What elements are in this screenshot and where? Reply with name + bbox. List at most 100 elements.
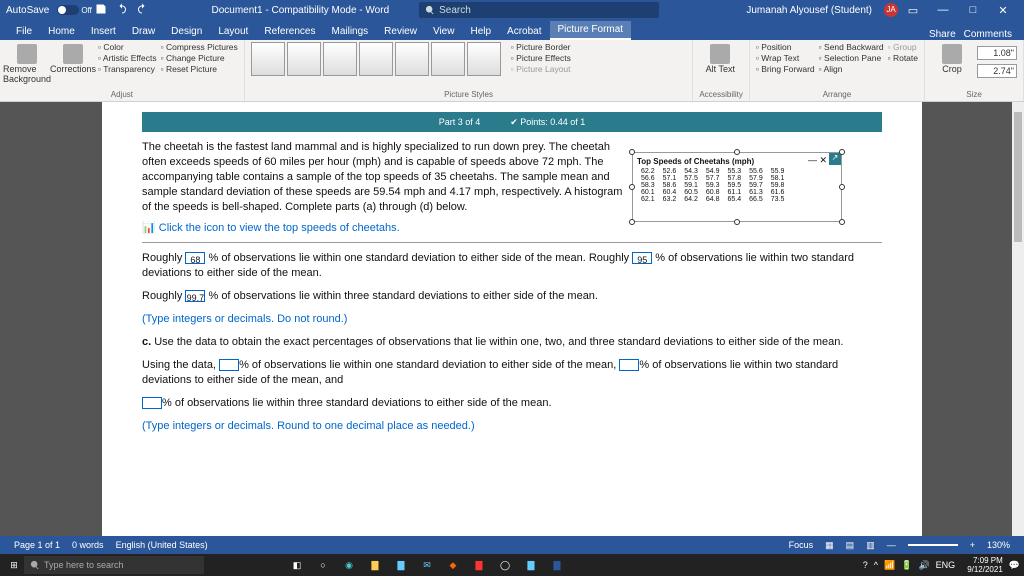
send-backward-button[interactable]: Send Backward [819, 42, 884, 52]
volume-icon[interactable]: 🔊 [918, 560, 929, 571]
taskbar-search[interactable]: Type here to search [24, 556, 204, 574]
explorer-icon[interactable]: ▇ [363, 556, 387, 574]
color-button[interactable]: Color [98, 42, 157, 52]
edge-icon[interactable]: ◉ [337, 556, 361, 574]
tab-help[interactable]: Help [462, 23, 499, 40]
scrollbar[interactable] [1012, 102, 1024, 536]
answer-997[interactable]: 99.7 [185, 290, 205, 302]
avatar[interactable]: JA [884, 3, 898, 17]
search-icon [30, 560, 40, 570]
maximize-icon[interactable]: □ [958, 4, 988, 16]
popup-close-icon[interactable]: — ✕ [808, 155, 827, 166]
user-name[interactable]: Jumanah Alyousef (Student) [746, 5, 872, 16]
position-button[interactable]: Position [756, 42, 815, 52]
cortana-icon[interactable]: ○ [311, 556, 335, 574]
tab-mailings[interactable]: Mailings [323, 23, 376, 40]
tab-draw[interactable]: Draw [124, 23, 163, 40]
selection-pane-button[interactable]: Selection Pane [819, 53, 884, 63]
tab-acrobat[interactable]: Acrobat [499, 23, 549, 40]
notifications-icon[interactable]: 💬 [1009, 560, 1020, 571]
alt-text-button[interactable]: Alt Text [699, 42, 741, 74]
tab-references[interactable]: References [256, 23, 323, 40]
tab-picture-format[interactable]: Picture Format [550, 21, 632, 40]
share-button[interactable]: Share [929, 29, 956, 40]
compress-pictures-button[interactable]: Compress Pictures [161, 42, 238, 52]
wrap-text-button[interactable]: Wrap Text [756, 53, 815, 63]
word-count[interactable]: 0 words [72, 540, 104, 550]
search-icon [425, 5, 435, 15]
zoom-value[interactable]: 130% [987, 540, 1010, 550]
wifi-icon[interactable]: 📶 [884, 560, 895, 571]
answer-68[interactable]: 68 [185, 252, 205, 264]
view-print-icon[interactable]: ▦ [825, 540, 834, 551]
page-indicator[interactable]: Page 1 of 1 [14, 540, 60, 550]
answer-c2[interactable] [619, 359, 639, 371]
tab-insert[interactable]: Insert [83, 23, 124, 40]
width-input[interactable]: 2.74" [977, 64, 1017, 78]
word-icon[interactable]: ▇ [545, 556, 569, 574]
tab-design[interactable]: Design [163, 23, 210, 40]
tab-review[interactable]: Review [376, 23, 425, 40]
picture-border-button[interactable]: Picture Border [511, 42, 571, 52]
lang-indicator[interactable]: ENG [936, 560, 956, 570]
app-icon[interactable]: ◆ [441, 556, 465, 574]
autosave-toggle[interactable] [57, 5, 79, 15]
paint-icon[interactable]: ▇ [519, 556, 543, 574]
answer-95[interactable]: 95 [632, 252, 652, 264]
view-web-icon[interactable]: ▥ [866, 540, 875, 551]
picture-effects-button[interactable]: Picture Effects [511, 53, 571, 63]
align-button[interactable]: Align [819, 64, 884, 74]
language-indicator[interactable]: English (United States) [116, 540, 208, 550]
answer-c1[interactable] [219, 359, 239, 371]
start-icon[interactable]: ⊞ [4, 560, 24, 571]
remove-background-button[interactable]: Remove Background [6, 42, 48, 84]
tab-layout[interactable]: Layout [210, 23, 256, 40]
mail-icon[interactable]: ✉ [415, 556, 439, 574]
answer-c3[interactable] [142, 397, 162, 409]
lms-banner: Part 3 of 4✔ Points: 0.44 of 1 [142, 112, 882, 132]
zoom-out-icon[interactable]: — [887, 540, 896, 550]
artistic-effects-button[interactable]: Artistic Effects [98, 53, 157, 63]
rotate-button[interactable]: Rotate [888, 53, 918, 63]
store-icon[interactable]: ▇ [389, 556, 413, 574]
view-data-icon[interactable]: 📊 [142, 222, 156, 234]
save-icon[interactable] [95, 3, 107, 15]
height-input[interactable]: 1.08" [977, 46, 1017, 60]
office-icon[interactable]: ▇ [467, 556, 491, 574]
transparency-button[interactable]: Transparency [98, 64, 157, 74]
comments-button[interactable]: Comments [964, 29, 1012, 40]
ribbon-options-icon[interactable]: ▭ [898, 4, 928, 17]
clock[interactable]: 7:09 PM9/12/2021 [967, 556, 1003, 574]
task-view-icon[interactable]: ◧ [285, 556, 309, 574]
zoom-in-icon[interactable]: + [970, 540, 975, 550]
bring-forward-button[interactable]: Bring Forward [756, 64, 815, 74]
chevron-up-icon[interactable]: ^ [874, 560, 878, 570]
data-table: 62.252.654.354.955.355.655.956.657.157.5… [637, 168, 788, 203]
picture-styles-gallery[interactable] [251, 42, 501, 76]
view-read-icon[interactable]: ▤ [846, 540, 855, 551]
page: Part 3 of 4✔ Points: 0.44 of 1 The cheet… [102, 102, 922, 536]
title-search[interactable]: Search [419, 2, 659, 18]
battery-icon[interactable]: 🔋 [901, 560, 912, 571]
system-tray[interactable]: ? ^ 📶 🔋 🔊 ENG 7:09 PM9/12/2021 💬 [863, 556, 1020, 574]
tab-home[interactable]: Home [40, 23, 83, 40]
undo-icon[interactable] [116, 3, 128, 15]
corrections-button[interactable]: Corrections [52, 42, 94, 84]
close-icon[interactable]: ✕ [988, 4, 1018, 17]
ribbon: Remove Background Corrections Color Arti… [0, 40, 1024, 102]
chrome-icon[interactable]: ◯ [493, 556, 517, 574]
view-data-link[interactable]: Click the icon to view the top speeds of… [159, 222, 400, 234]
using-line: Using the data, % of observations lie wi… [142, 358, 882, 388]
zoom-slider[interactable] [908, 544, 958, 546]
focus-mode[interactable]: Focus [789, 540, 814, 550]
redo-icon[interactable] [136, 3, 148, 15]
change-picture-button[interactable]: Change Picture [161, 53, 238, 63]
crop-button[interactable]: Crop [931, 42, 973, 78]
popup-expand-icon[interactable]: ↗ [829, 153, 841, 165]
help-icon[interactable]: ? [863, 560, 868, 570]
reset-picture-button[interactable]: Reset Picture [161, 64, 238, 74]
selected-picture[interactable]: Top Speeds of Cheetahs (mph) — ✕ ↗ 62.25… [632, 152, 842, 222]
minimize-icon[interactable]: — [928, 4, 958, 16]
tab-file[interactable]: File [8, 23, 40, 40]
tab-view[interactable]: View [425, 23, 463, 40]
